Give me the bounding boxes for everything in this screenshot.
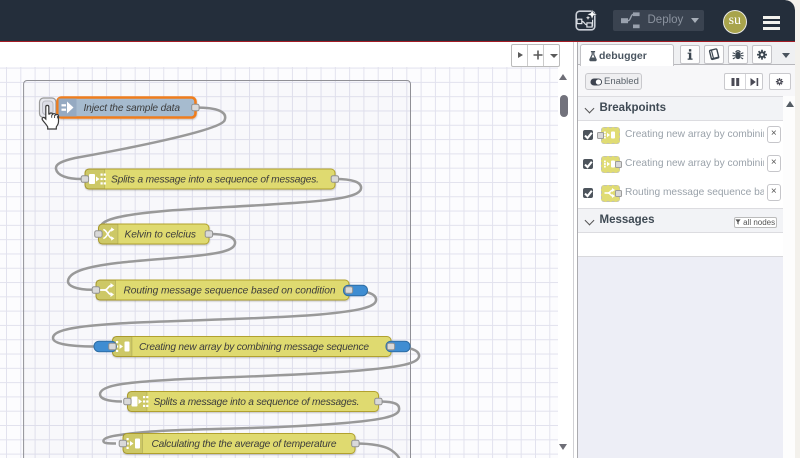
svg-text:Calculating the the average of: Calculating the the average of temperatu… — [152, 439, 337, 450]
svg-text:Creating new array by combinin: Creating new array by combining message … — [139, 342, 369, 353]
svg-text:Routing message sequence based: Routing message sequence based on condit… — [124, 286, 336, 297]
svg-text:Splits a message into a sequen: Splits a message into a sequence of mess… — [154, 397, 360, 408]
svg-text:Kelvin to celcius: Kelvin to celcius — [125, 230, 197, 241]
svg-text:Splits a message into a sequen: Splits a message into a sequence of mess… — [111, 175, 319, 186]
svg-text:Inject the sample data: Inject the sample data — [84, 103, 181, 114]
